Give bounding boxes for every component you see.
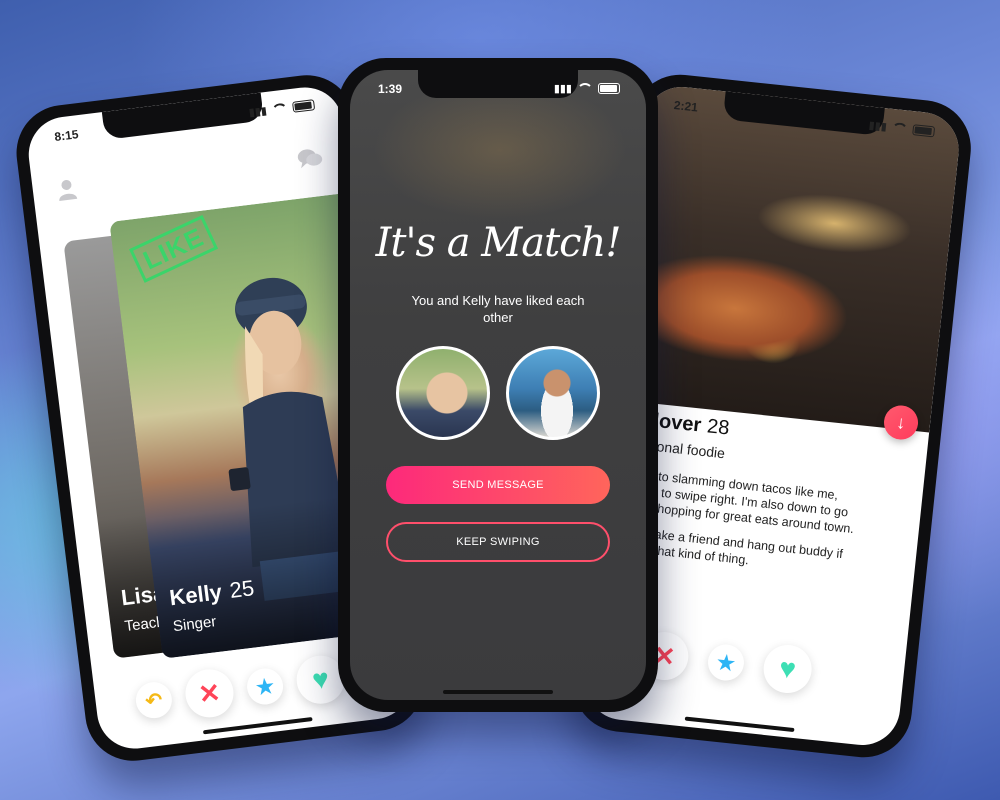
superlike-button[interactable]: ★ [706, 642, 746, 683]
undo-button[interactable]: ↶ [133, 680, 174, 721]
card-name: Kelly [168, 579, 224, 611]
home-indicator[interactable] [684, 716, 795, 733]
battery-icon [598, 83, 620, 94]
status-icons: ▮▮▮ [554, 82, 620, 95]
status-time: 8:15 [53, 127, 80, 145]
notch [101, 92, 265, 140]
signal-icon: ▮▮▮ [553, 83, 572, 95]
battery-icon [292, 99, 316, 113]
person-icon[interactable] [56, 178, 79, 208]
undo-icon: ↶ [144, 688, 164, 713]
status-time: 1:39 [378, 82, 403, 96]
wifi-icon [271, 102, 289, 116]
arrow-down-icon: ↓ [895, 411, 907, 433]
send-message-button[interactable]: SEND MESSAGE [386, 466, 610, 504]
match-title: It's a Match! [375, 220, 622, 266]
wifi-icon [891, 121, 909, 135]
profile-age: 28 [705, 415, 731, 440]
keep-swiping-button[interactable]: KEEP SWIPING [386, 522, 610, 562]
star-icon: ★ [254, 674, 276, 700]
heart-icon: ♥ [310, 662, 331, 696]
home-indicator[interactable] [202, 717, 313, 735]
card-age: 25 [228, 575, 256, 604]
match-subtitle: You and Kelly have liked each other [411, 293, 585, 325]
battery-icon [912, 124, 936, 138]
user-avatar[interactable] [396, 346, 490, 440]
like-button[interactable]: ♥ [761, 642, 815, 696]
signal-icon: ▮▮▮ [248, 105, 268, 120]
signal-icon: ▮▮▮ [868, 119, 888, 134]
nope-button[interactable]: ✕ [182, 666, 237, 721]
home-indicator[interactable] [443, 690, 553, 694]
heart-icon: ♥ [777, 652, 798, 685]
chat-icon[interactable] [296, 146, 325, 177]
center-screen: 1:39 ▮▮▮ It's a Match! You and Kelly hav… [350, 70, 646, 700]
center-phone: 1:39 ▮▮▮ It's a Match! You and Kelly hav… [338, 58, 658, 712]
star-icon: ★ [715, 651, 736, 675]
status-time: 2:21 [673, 98, 699, 115]
match-avatar[interactable] [506, 346, 600, 440]
x-icon: ✕ [196, 676, 223, 710]
action-bar: ↶ ✕ ★ ♥ [133, 652, 348, 726]
wifi-icon [577, 83, 593, 94]
superlike-button[interactable]: ★ [244, 666, 286, 707]
